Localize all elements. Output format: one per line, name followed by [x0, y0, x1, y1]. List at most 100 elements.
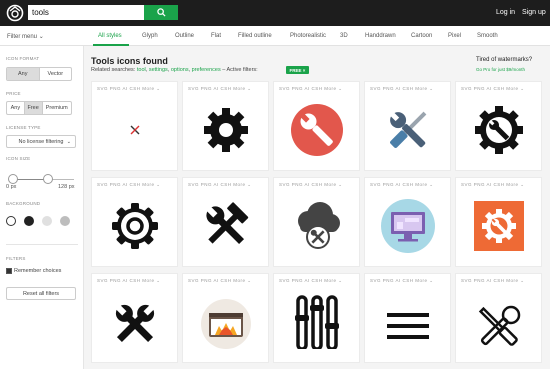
- logo-icon[interactable]: [6, 4, 24, 22]
- card-formats: SVG PNG AI CSH More ⌄: [188, 86, 252, 91]
- tab-pixel[interactable]: Pixel: [448, 33, 461, 39]
- license-select[interactable]: No license filtering ⌄: [6, 135, 76, 148]
- hammer-wrench-icon: [205, 202, 249, 245]
- tab-cartoon[interactable]: Cartoon: [411, 33, 432, 39]
- price-toggle: Any Free Premium: [6, 101, 72, 115]
- tab-photorealistic[interactable]: Photorealistic: [290, 33, 326, 39]
- icon-format-toggle: Any Vector: [6, 67, 72, 81]
- chevron-down-icon: ⌄: [66, 139, 71, 145]
- related-link-preferences[interactable]: preferences: [192, 67, 221, 73]
- background-swatch-black[interactable]: [24, 216, 34, 226]
- card-formats: SVG PNG AI CSH More ⌄: [279, 278, 343, 283]
- search-input[interactable]: [28, 5, 144, 20]
- sidebar-divider: [6, 244, 78, 245]
- price-option-any[interactable]: Any: [7, 102, 25, 114]
- price-option-premium[interactable]: Premium: [43, 102, 71, 114]
- crossed-tools-icon: [478, 305, 521, 346]
- icon-card[interactable]: SVG PNG AI CSH More ⌄: [182, 177, 269, 267]
- promo-title: Tired of watermarks?: [476, 57, 533, 63]
- icon-card[interactable]: SVG PNG AI CSH More ⌄: [91, 177, 178, 267]
- related-link-settings[interactable]: settings: [149, 67, 168, 73]
- icon-format-label: Icon format: [6, 56, 40, 61]
- icon-card[interactable]: SVG PNG AI CSH More ⌄: [91, 273, 178, 363]
- menu-icon: [387, 313, 429, 339]
- card-formats: SVG PNG AI CSH More ⌄: [97, 86, 161, 91]
- icon-card[interactable]: SVG PNG AI CSH More ⌄: [273, 177, 360, 267]
- card-formats: SVG PNG AI CSH More ⌄: [370, 182, 434, 187]
- tab-smooth[interactable]: Smooth: [477, 33, 498, 39]
- background-label: Background: [6, 201, 41, 206]
- signup-link[interactable]: Sign up: [522, 9, 546, 16]
- format-option-vector[interactable]: Vector: [40, 68, 72, 80]
- login-link[interactable]: Log in: [496, 9, 515, 16]
- cloud-tools-icon: [298, 202, 340, 249]
- tab-flat[interactable]: Flat: [211, 33, 221, 39]
- sliders-icon: [295, 295, 339, 349]
- card-formats: SVG PNG AI CSH More ⌄: [279, 86, 343, 91]
- page-title: Tools icons found: [91, 56, 168, 66]
- background-swatch-light-gray[interactable]: [42, 216, 52, 226]
- card-formats: SVG PNG AI CSH More ⌄: [370, 86, 434, 91]
- icon-card[interactable]: SVG PNG AI CSH More ⌄: [455, 81, 542, 171]
- card-formats: SVG PNG AI CSH More ⌄: [188, 182, 252, 187]
- remember-choices-label: Remember choices: [14, 268, 62, 274]
- icon-card[interactable]: SVG PNG AI CSH More ⌄: [182, 273, 269, 363]
- size-slider-max-handle[interactable]: [43, 174, 53, 184]
- search-button[interactable]: [144, 5, 178, 20]
- price-option-free[interactable]: Free: [24, 102, 43, 114]
- remember-choices-checkbox[interactable]: [6, 268, 12, 274]
- tab-glyph[interactable]: Glyph: [142, 33, 158, 39]
- icon-card[interactable]: SVG PNG AI CSH More ⌄: [273, 273, 360, 363]
- top-bar: Log in Sign up: [0, 0, 550, 26]
- filters-label: Filters: [6, 256, 26, 261]
- format-option-any[interactable]: Any: [7, 68, 40, 80]
- size-slider-min-handle[interactable]: [8, 174, 18, 184]
- browser-fire-icon: [201, 299, 251, 349]
- computer-screen-icon: [381, 199, 435, 253]
- tab-all-styles[interactable]: All styles: [98, 33, 122, 39]
- tab-outline[interactable]: Outline: [175, 33, 194, 39]
- wrench-cross-icon: [115, 304, 155, 343]
- go-pro-link[interactable]: Go Pro for just $9/month: [476, 67, 525, 72]
- related-link-options[interactable]: options: [171, 67, 189, 73]
- gear-outline-icon: [112, 203, 158, 249]
- icon-card[interactable]: SVG PNG AI CSH More ⌄: [364, 81, 451, 171]
- icon-card[interactable]: SVG PNG AI CSH More ⌄: [273, 81, 360, 171]
- screwdriver-wrench-icon: [389, 111, 427, 148]
- icon-card[interactable]: SVG PNG AI CSH More ⌄: [455, 177, 542, 267]
- icon-card[interactable]: SVG PNG AI CSH More ⌄: [91, 81, 178, 171]
- size-max-value: 128 px: [58, 184, 75, 190]
- filter-menu-toggle[interactable]: Filter menu ⌄: [7, 33, 44, 40]
- gear-icon: [204, 108, 248, 152]
- free-filter-chip[interactable]: FREE ×: [286, 66, 309, 74]
- icon-card[interactable]: SVG PNG AI CSH More ⌄: [182, 81, 269, 171]
- icon-card[interactable]: SVG PNG AI CSH More ⌄: [455, 273, 542, 363]
- tab-3d[interactable]: 3D: [340, 33, 348, 39]
- card-formats: SVG PNG AI CSH More ⌄: [97, 182, 161, 187]
- icon-card[interactable]: SVG PNG AI CSH More ⌄: [364, 177, 451, 267]
- gear-wrench-icon: [475, 106, 523, 154]
- tab-handdrawn[interactable]: Handdrawn: [365, 33, 396, 39]
- style-tabs-bar: Filter menu ⌄ All styles Glyph Outline F…: [0, 26, 550, 46]
- license-select-value: No license filtering: [18, 138, 64, 145]
- related-searches-label: Related searches:: [91, 67, 136, 73]
- card-formats: SVG PNG AI CSH More ⌄: [188, 278, 252, 283]
- background-swatch-white[interactable]: [6, 216, 16, 226]
- size-min-value: 0 px: [6, 184, 17, 190]
- active-tab-indicator: [93, 44, 129, 46]
- card-formats: SVG PNG AI CSH More ⌄: [97, 278, 161, 283]
- related-link-tool[interactable]: tool: [137, 67, 146, 73]
- price-label: Price: [6, 91, 21, 96]
- card-formats: SVG PNG AI CSH More ⌄: [461, 182, 525, 187]
- tab-filled-outline[interactable]: Filled outline: [238, 33, 272, 39]
- orange-gear-wrench-icon: [474, 201, 524, 251]
- filter-sidebar: Icon format Any Vector Price Any Free Pr…: [0, 46, 84, 369]
- icon-card[interactable]: SVG PNG AI CSH More ⌄: [364, 273, 451, 363]
- card-formats: SVG PNG AI CSH More ⌄: [461, 278, 525, 283]
- reset-filters-button[interactable]: Reset all filters: [6, 287, 76, 300]
- wrench-red-circle-icon: [291, 104, 343, 156]
- search-icon: [156, 8, 166, 17]
- related-searches: Related searches: tool, settings, option…: [91, 67, 258, 73]
- background-swatch-gray[interactable]: [60, 216, 70, 226]
- card-formats: SVG PNG AI CSH More ⌄: [461, 86, 525, 91]
